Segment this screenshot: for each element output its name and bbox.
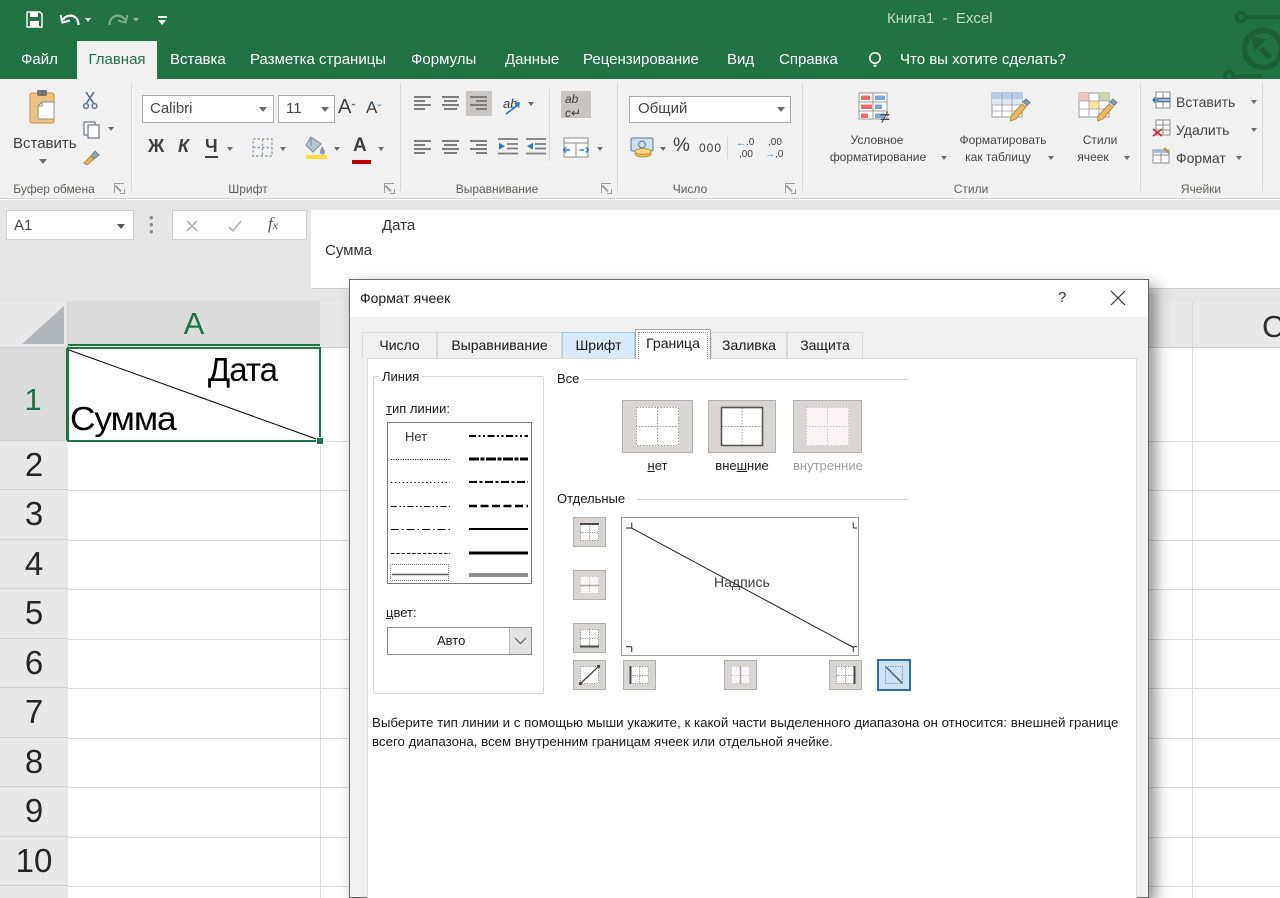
svg-text:Надпись: Надпись [714,574,770,590]
svg-text:≠: ≠ [880,107,890,126]
